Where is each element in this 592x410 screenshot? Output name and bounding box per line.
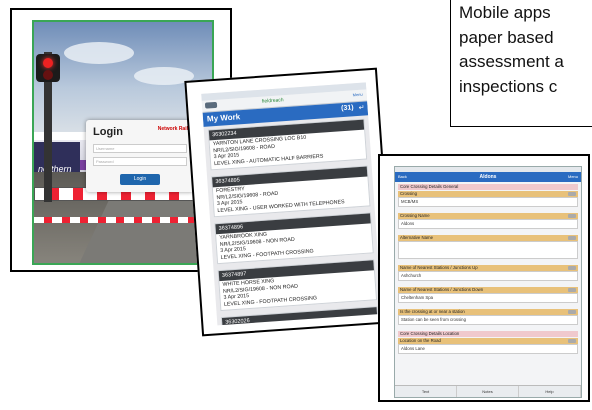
refresh-icon[interactable]: ↵: [358, 104, 365, 112]
back-button[interactable]: [204, 101, 218, 109]
field-label-text: Name of Nearest Stations / Junctions Dow…: [400, 287, 484, 292]
section-header: Core Crossing Details Location: [398, 331, 578, 337]
crossing-field[interactable]: MCB/MS: [398, 197, 578, 207]
near-station-field[interactable]: Station can be seen from crossing: [398, 315, 578, 325]
work-count: (31): [340, 104, 354, 113]
field-label: Name of Nearest Stations / Junctions Up: [398, 265, 578, 271]
login-screen: northern Login Network Rail Username Pas…: [32, 20, 214, 265]
page-title: Aldons: [479, 174, 497, 180]
nearest-up-field[interactable]: Ashchurch: [398, 271, 578, 281]
form-content: Core Crossing Details General Crossing M…: [398, 184, 578, 360]
my-work-screen: fieldreach Menu My Work (31) ↵ 36302234 …: [201, 82, 383, 326]
bottom-tab-bar: Text Notes Help: [395, 385, 581, 397]
alternative-name-field[interactable]: [398, 241, 578, 259]
list-item[interactable]: 36374896 YARNBROOK XING NR/L2/SIG/19608 …: [214, 212, 374, 265]
field-label-text: Name of Nearest Stations / Junctions Up: [400, 265, 478, 270]
info-icon[interactable]: [568, 214, 576, 218]
field-label: Is the crossing at or near a station: [398, 309, 578, 315]
signal-light-icon: [36, 54, 60, 82]
caption-line: paper based: [459, 27, 554, 47]
list-item[interactable]: 36374895 FORESTRY NR/L2/SIG/19608 - ROAD…: [211, 165, 371, 218]
field-label-text: Crossing Name: [400, 213, 430, 218]
list-item[interactable]: 36302234 YARNTON LANE CROSSING LOC B10 N…: [207, 118, 368, 171]
field-label-text: Location on the Road: [400, 338, 441, 343]
top-bar: Back Aldons Menu: [395, 172, 581, 182]
caption-line: inspections c: [459, 76, 558, 96]
network-rail-logo: Network Rail: [157, 126, 188, 132]
tablet-form: Back Aldons Menu Core Crossing Details G…: [378, 154, 590, 402]
location-field[interactable]: Aldons Lane: [398, 344, 578, 354]
info-icon[interactable]: [568, 310, 576, 314]
caption-line: Mobile apps: [459, 3, 551, 22]
tab-text[interactable]: Text: [395, 386, 457, 397]
tab-help[interactable]: Help: [519, 386, 581, 397]
item-id: 36302026: [221, 307, 378, 326]
field-label: Alternative Name: [398, 235, 578, 241]
field-label: Name of Nearest Stations / Junctions Dow…: [398, 287, 578, 293]
section-header: Core Crossing Details General: [398, 184, 578, 190]
field-label-text: Crossing: [400, 191, 417, 196]
page-title: My Work: [206, 112, 241, 124]
list-item[interactable]: 36374897 WHITE HORSE XING NR/L2/SIG/1960…: [217, 259, 378, 312]
info-icon[interactable]: [568, 266, 576, 270]
info-icon[interactable]: [568, 339, 576, 343]
signal-lamp: [43, 70, 53, 80]
tab-notes[interactable]: Notes: [457, 386, 519, 397]
login-dialog: Login Network Rail Username Password Log…: [86, 120, 194, 192]
info-icon[interactable]: [568, 288, 576, 292]
password-input[interactable]: Password: [93, 157, 187, 166]
menu-button[interactable]: Menu: [568, 174, 578, 179]
info-icon[interactable]: [568, 192, 576, 196]
signal-lamp: [43, 58, 53, 68]
cloud: [64, 42, 134, 64]
app-logo: fieldreach: [261, 97, 284, 105]
field-label-text: Is the crossing at or near a station: [400, 309, 465, 314]
field-label: Crossing Name: [398, 213, 578, 219]
form-screen: Back Aldons Menu Core Crossing Details G…: [394, 166, 582, 398]
username-input[interactable]: Username: [93, 144, 187, 153]
work-list: 36302234 YARNTON LANE CROSSING LOC B10 N…: [207, 118, 379, 326]
info-icon[interactable]: [568, 236, 576, 240]
menu-button[interactable]: Menu: [352, 92, 362, 98]
field-label-text: Alternative Name: [400, 235, 433, 240]
nearest-down-field[interactable]: Cheltenham Spa: [398, 293, 578, 303]
field-label: Crossing: [398, 191, 578, 197]
field-label: Location on the Road: [398, 338, 578, 344]
crossing-name-field[interactable]: Aldons: [398, 219, 578, 229]
crossing-barrier: [34, 217, 212, 223]
caption-box: Mobile apps paper based assessment a ins…: [450, 0, 592, 127]
login-title: Login: [93, 126, 123, 138]
tablet-my-work: fieldreach Menu My Work (31) ↵ 36302234 …: [184, 67, 395, 337]
caption-line: assessment a: [459, 52, 564, 71]
login-button[interactable]: Login: [120, 174, 160, 185]
